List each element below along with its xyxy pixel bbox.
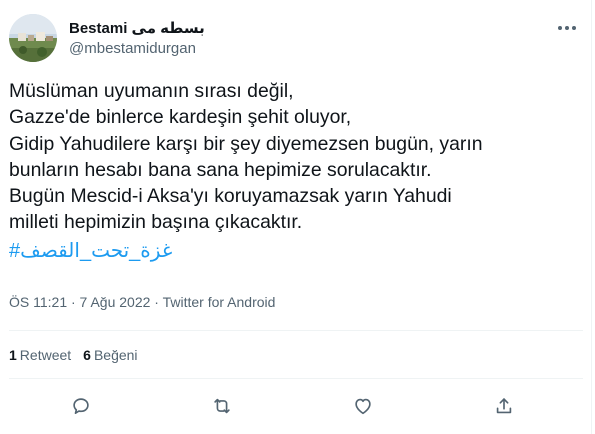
more-options-icon[interactable] [553,14,581,42]
retweets-label: Retweet [19,347,72,363]
tweet-line: Gazze'de binlerce kardeşin şehit oluyor, [9,106,352,129]
likes-stat[interactable]: 6 Beğeni [83,345,137,365]
divider [9,378,583,379]
hashtag-link[interactable]: #غزة_تحت_القصف [9,237,584,265]
tweet-header: Bestami بسطه مى @mbestamidurgan [9,14,205,62]
display-name[interactable]: Bestami بسطه مى [69,19,205,39]
tweet-line: milleti hepimizin başına çıkacaktır. [9,211,303,234]
divider [9,330,583,331]
retweet-icon[interactable] [208,392,236,420]
tweet-line: Gidip Yahudilere karşı bir şey diyemezse… [9,132,483,155]
tweet-line: bunların hesabı bana sana hepimize sorul… [9,158,432,181]
share-icon[interactable] [490,392,518,420]
reply-icon[interactable] [67,392,95,420]
tweet-card: Bestami بسطه مى @mbestamidurgan Müslüman… [0,0,592,434]
likes-label: Beğeni [93,347,138,363]
tweet-timestamp[interactable]: ÖS 11:21 · 7 Ağu 2022 · Twitter for Andr… [9,292,275,312]
like-icon[interactable] [349,392,377,420]
tweet-text: Müslüman uyumanın sırası değil, Gazze'de… [9,78,584,265]
tweet-line: Bugün Mescid-i Aksa'yı koruyamazsak yarı… [9,185,452,208]
tweet-line: Müslüman uyumanın sırası değil, [9,80,294,102]
tweet-stats: 1 Retweet 6 Beğeni [9,345,150,365]
avatar[interactable] [9,14,57,62]
user-handle[interactable]: @mbestamidurgan [69,39,205,59]
likes-count: 6 [83,347,91,363]
retweets-count: 1 [9,347,17,363]
retweets-stat[interactable]: 1 Retweet [9,345,71,365]
tweet-actions [0,390,591,420]
user-names: Bestami بسطه مى @mbestamidurgan [69,19,205,59]
